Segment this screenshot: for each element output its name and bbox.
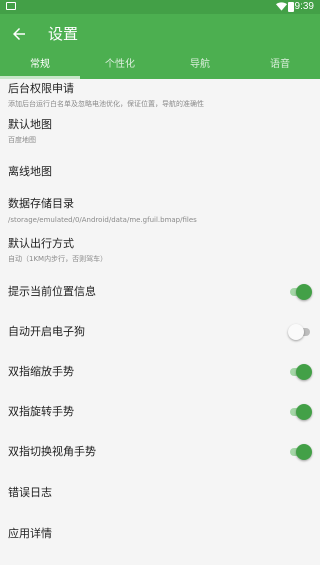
setting-title: 应用详情 [8, 527, 52, 540]
pinch-zoom-switch[interactable] [288, 364, 312, 380]
tab-general[interactable]: 常规 [0, 54, 80, 79]
setting-title: 离线地图 [8, 165, 52, 178]
setting-data-storage[interactable]: 数据存储目录 /storage/emulated/0/Android/data/… [0, 192, 320, 230]
setting-offline-map[interactable]: 离线地图 [0, 152, 320, 192]
tab-personalize[interactable]: 个性化 [80, 54, 160, 79]
setting-default-map[interactable]: 默认地图 百度地图 [0, 114, 320, 152]
rotate-switch[interactable] [288, 404, 312, 420]
setting-subtitle: 百度地图 [8, 136, 36, 144]
setting-title: 后台权限申请 [8, 82, 74, 95]
setting-error-log[interactable]: 错误日志 [0, 470, 320, 510]
wifi-icon [276, 2, 287, 11]
page-title: 设置 [48, 25, 79, 43]
setting-title: 默认出行方式 [8, 237, 74, 250]
arrow-left-icon[interactable] [10, 25, 28, 43]
clock: 9:39 [294, 1, 314, 12]
app-bar: 设置 [0, 14, 320, 54]
setting-title: 双指缩放手势 [8, 365, 74, 378]
setting-view-angle[interactable]: 双指切换视角手势 [0, 430, 320, 470]
setting-subtitle: 自动（1KM内步行，否则驾车） [8, 255, 108, 263]
setting-title: 数据存储目录 [8, 197, 74, 210]
setting-title: 错误日志 [8, 486, 52, 499]
setting-subtitle: /storage/emulated/0/Android/data/me.gfui… [8, 216, 197, 224]
setting-rotate[interactable]: 双指旋转手势 [0, 390, 320, 430]
auto-dog-switch[interactable] [288, 324, 312, 340]
battery-icon [288, 2, 294, 12]
setting-subtitle: 添加后台运行白名单及忽略电池优化，保证位置，导航的准确性 [8, 100, 204, 108]
location-info-switch[interactable] [288, 284, 312, 300]
setting-title: 双指切换视角手势 [8, 445, 96, 458]
setting-pinch-zoom[interactable]: 双指缩放手势 [0, 350, 320, 390]
setting-title: 自动开启电子狗 [8, 325, 85, 338]
setting-title: 提示当前位置信息 [8, 285, 96, 298]
setting-default-travel[interactable]: 默认出行方式 自动（1KM内步行，否则驾车） [0, 230, 320, 270]
setting-location-info[interactable]: 提示当前位置信息 [0, 270, 320, 310]
tab-bar: 常规 个性化 导航 语音 [0, 54, 320, 79]
setting-auto-dog[interactable]: 自动开启电子狗 [0, 310, 320, 350]
setting-title: 双指旋转手势 [8, 405, 74, 418]
status-bar: 9:39 [0, 0, 320, 14]
setting-app-details[interactable]: 应用详情 [0, 510, 320, 550]
setting-title: 默认地图 [8, 118, 52, 131]
tab-navigation[interactable]: 导航 [160, 54, 240, 79]
notification-icon [6, 2, 16, 10]
tab-voice[interactable]: 语音 [240, 54, 320, 79]
view-angle-switch[interactable] [288, 444, 312, 460]
setting-background-permission[interactable]: 后台权限申请 添加后台运行白名单及忽略电池优化，保证位置，导航的准确性 [0, 79, 320, 114]
